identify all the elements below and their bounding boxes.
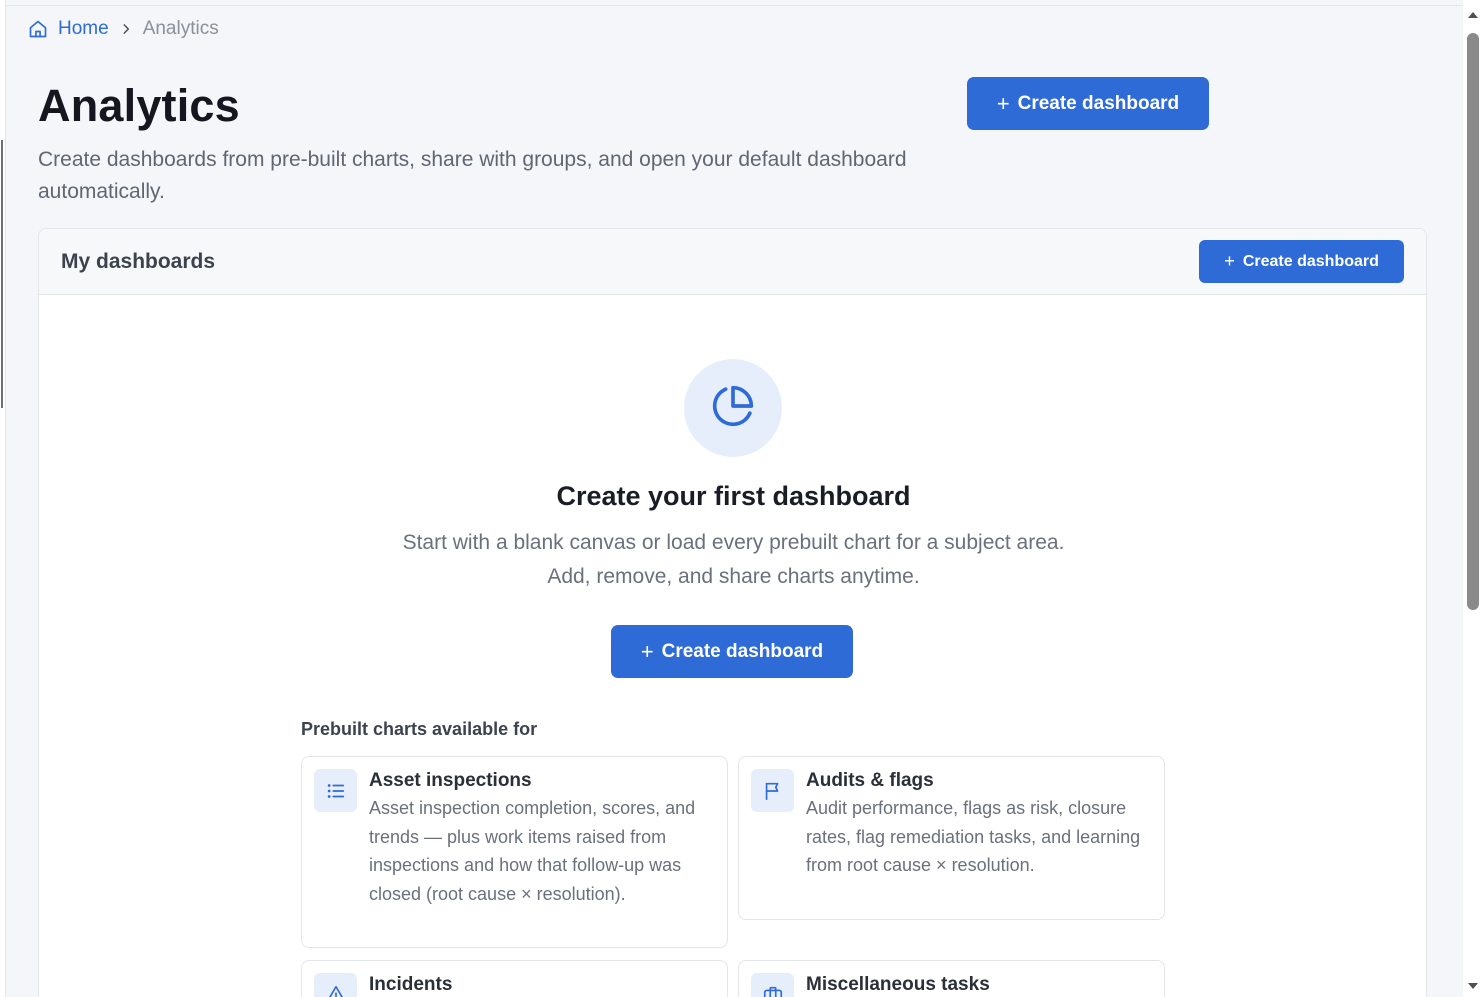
page-scrollbar[interactable] — [1463, 0, 1483, 997]
subject-card-title: Asset inspections — [369, 770, 532, 791]
list-icon — [314, 769, 357, 812]
breadcrumb: Home Analytics — [28, 18, 219, 40]
page-title: Analytics — [38, 80, 240, 131]
empty-state-create-dashboard-button[interactable]: + Create dashboard — [611, 625, 853, 678]
empty-state-title: Create your first dashboard — [556, 481, 911, 511]
breadcrumb-current: Analytics — [142, 18, 219, 39]
plus-icon: + — [996, 90, 1010, 116]
breadcrumb-home-link[interactable]: Home — [28, 18, 109, 40]
page-subtitle: Create dashboards from pre-built charts,… — [38, 148, 907, 203]
subject-card-miscellaneous-tasks[interactable]: Miscellaneous tasks — [738, 960, 1165, 997]
empty-state-create-dashboard-label: Create dashboard — [661, 640, 824, 662]
my-dashboards-card: My dashboards + Create dashboard Create … — [38, 228, 1427, 997]
subject-card-body: Audits & flags Audit performance, flags … — [806, 769, 1148, 907]
card-create-dashboard-label: Create dashboard — [1242, 252, 1379, 270]
subject-card-title: Incidents — [369, 974, 453, 995]
header-create-dashboard-label: Create dashboard — [1017, 92, 1180, 114]
top-divider — [6, 5, 1463, 6]
my-dashboards-title: My dashboards — [61, 249, 216, 273]
breadcrumb-home-label: Home — [58, 18, 109, 39]
home-icon — [28, 19, 48, 39]
empty-state-icon-badge — [684, 359, 782, 457]
card-create-dashboard-button[interactable]: + Create dashboard — [1199, 240, 1404, 283]
warning-icon — [314, 973, 357, 997]
subject-card-description: Audit performance, flags as risk, closur… — [806, 798, 1141, 875]
scroll-up-arrow-icon[interactable] — [1468, 12, 1478, 18]
subject-card-incidents[interactable]: Incidents — [301, 960, 728, 997]
my-dashboards-header: My dashboards + Create dashboard — [39, 229, 1426, 295]
subject-card-title: Audits & flags — [806, 770, 934, 791]
scrollbar-thumb[interactable] — [1467, 33, 1479, 610]
subject-card-body: Asset inspections Asset inspection compl… — [369, 769, 711, 935]
subject-card-title: Miscellaneous tasks — [806, 974, 990, 995]
plus-icon: + — [1224, 250, 1235, 272]
subject-card-body: Incidents — [369, 973, 452, 997]
subject-card-audits-flags[interactable]: Audits & flags Audit performance, flags … — [738, 756, 1165, 920]
subject-card-asset-inspections[interactable]: Asset inspections Asset inspection compl… — [301, 756, 728, 948]
empty-state-description-line1: Start with a blank canvas or load every … — [402, 531, 1065, 554]
prebuilt-charts-label: Prebuilt charts available for — [301, 719, 538, 739]
empty-state-description: Start with a blank canvas or load every … — [39, 526, 1426, 594]
header-create-dashboard-button[interactable]: + Create dashboard — [967, 77, 1209, 130]
pie-chart-icon — [711, 384, 755, 433]
subject-card-description: Asset inspection completion, scores, and… — [369, 798, 696, 904]
empty-state-description-line2: Add, remove, and share charts anytime. — [547, 565, 920, 588]
chevron-right-icon — [119, 22, 133, 36]
subject-card-body: Miscellaneous tasks — [806, 973, 990, 997]
flag-icon — [751, 769, 794, 812]
plus-icon: + — [640, 638, 654, 664]
scroll-down-arrow-icon[interactable] — [1468, 983, 1478, 989]
briefcase-icon — [751, 973, 794, 997]
left-edge-frame — [0, 0, 6, 997]
